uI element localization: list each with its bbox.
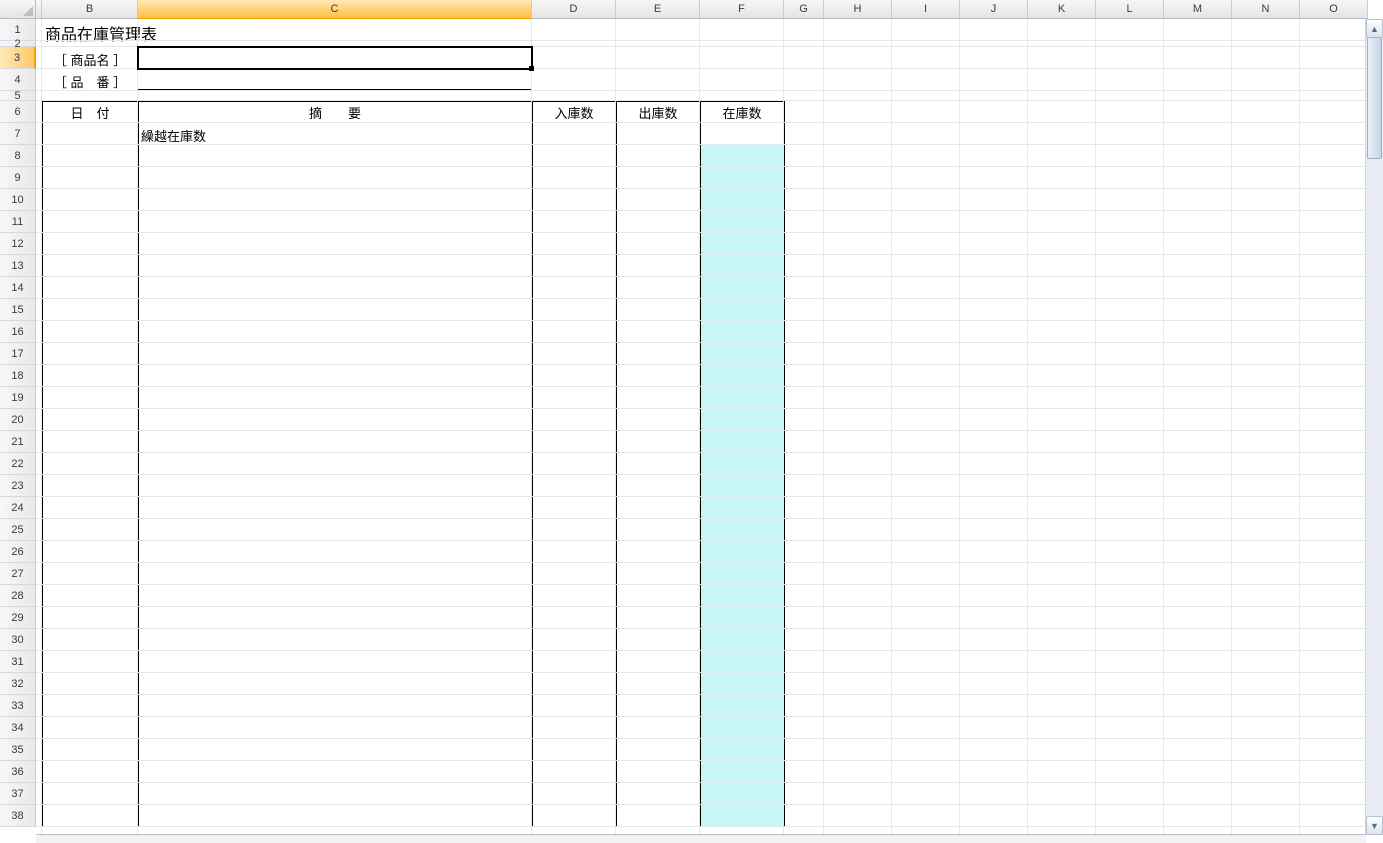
- product-code-label: ［ 品 番 ］: [42, 72, 138, 91]
- row-header-16[interactable]: 16: [0, 321, 36, 343]
- sheet-tab-bar[interactable]: [36, 834, 1366, 843]
- column-header-O[interactable]: O: [1300, 0, 1368, 19]
- row-header-21[interactable]: 21: [0, 431, 36, 453]
- row-header-9[interactable]: 9: [0, 167, 36, 189]
- column-header-M[interactable]: M: [1164, 0, 1232, 19]
- row-header-34[interactable]: 34: [0, 717, 36, 739]
- row-header-32[interactable]: 32: [0, 673, 36, 695]
- row-header-35[interactable]: 35: [0, 739, 36, 761]
- row-header-17[interactable]: 17: [0, 343, 36, 365]
- row-header-19[interactable]: 19: [0, 387, 36, 409]
- row-header-22[interactable]: 22: [0, 453, 36, 475]
- row-header-24[interactable]: 24: [0, 497, 36, 519]
- row-header-15[interactable]: 15: [0, 299, 36, 321]
- spreadsheet-app: BCDEFGHIJKLMNO 1234567891011121314151617…: [0, 0, 1383, 843]
- column-header-B[interactable]: B: [42, 0, 138, 19]
- row-header-5[interactable]: 5: [0, 91, 36, 101]
- row-header-13[interactable]: 13: [0, 255, 36, 277]
- row-header-38[interactable]: 38: [0, 805, 36, 827]
- table-header-in-qty: 入庫数: [532, 101, 616, 123]
- vertical-scrollbar[interactable]: ▲ ▼: [1365, 19, 1383, 835]
- row-header-26[interactable]: 26: [0, 541, 36, 563]
- carryover-label: 繰越在庫数: [141, 126, 206, 145]
- column-header-H[interactable]: H: [824, 0, 892, 19]
- row-header-6[interactable]: 6: [0, 101, 36, 123]
- column-header-C[interactable]: C: [138, 0, 532, 19]
- row-header-29[interactable]: 29: [0, 607, 36, 629]
- column-header-E[interactable]: E: [616, 0, 700, 19]
- row-header-14[interactable]: 14: [0, 277, 36, 299]
- row-header-8[interactable]: 8: [0, 145, 36, 167]
- column-header-I[interactable]: I: [892, 0, 960, 19]
- row-header-37[interactable]: 37: [0, 783, 36, 805]
- column-header-K[interactable]: K: [1028, 0, 1096, 19]
- column-header-N[interactable]: N: [1232, 0, 1300, 19]
- column-header-L[interactable]: L: [1096, 0, 1164, 19]
- table-header-summary: 摘 要: [138, 101, 532, 123]
- column-header-G[interactable]: G: [784, 0, 824, 19]
- row-header-36[interactable]: 36: [0, 761, 36, 783]
- row-header-3[interactable]: 3: [0, 47, 36, 69]
- row-header-33[interactable]: 33: [0, 695, 36, 717]
- scroll-up-arrow-icon[interactable]: ▲: [1366, 19, 1383, 38]
- row-header-column: 1234567891011121314151617181920212223242…: [0, 19, 36, 827]
- row-header-12[interactable]: 12: [0, 233, 36, 255]
- row-header-25[interactable]: 25: [0, 519, 36, 541]
- row-header-31[interactable]: 31: [0, 651, 36, 673]
- row-header-18[interactable]: 18: [0, 365, 36, 387]
- sheet-title: 商品在庫管理表: [45, 21, 157, 45]
- row-header-20[interactable]: 20: [0, 409, 36, 431]
- row-header-23[interactable]: 23: [0, 475, 36, 497]
- row-header-28[interactable]: 28: [0, 585, 36, 607]
- row-header-10[interactable]: 10: [0, 189, 36, 211]
- row-header-4[interactable]: 4: [0, 69, 36, 91]
- row-header-11[interactable]: 11: [0, 211, 36, 233]
- row-header-7[interactable]: 7: [0, 123, 36, 145]
- select-all-corner[interactable]: [0, 0, 36, 19]
- table-header-out-qty: 出庫数: [616, 101, 700, 123]
- column-header-J[interactable]: J: [960, 0, 1028, 19]
- stock-column-highlight: [700, 145, 784, 827]
- scroll-down-arrow-icon[interactable]: ▼: [1366, 816, 1383, 835]
- table-header-date: 日 付: [42, 101, 138, 123]
- table-header-stock-qty: 在庫数: [700, 101, 784, 123]
- column-header-F[interactable]: F: [700, 0, 784, 19]
- row-header-27[interactable]: 27: [0, 563, 36, 585]
- product-name-field[interactable]: [138, 47, 532, 69]
- column-header-D[interactable]: D: [532, 0, 616, 19]
- row-header-30[interactable]: 30: [0, 629, 36, 651]
- scroll-thumb[interactable]: [1367, 37, 1382, 159]
- product-name-label: ［ 商品名 ］: [42, 50, 138, 69]
- column-header-row: BCDEFGHIJKLMNO: [0, 0, 1383, 19]
- cell-grid[interactable]: 商品在庫管理表 ［ 商品名 ］ ［ 品 番 ］ 日 付 摘 要 入庫数 出庫数 …: [36, 19, 1383, 835]
